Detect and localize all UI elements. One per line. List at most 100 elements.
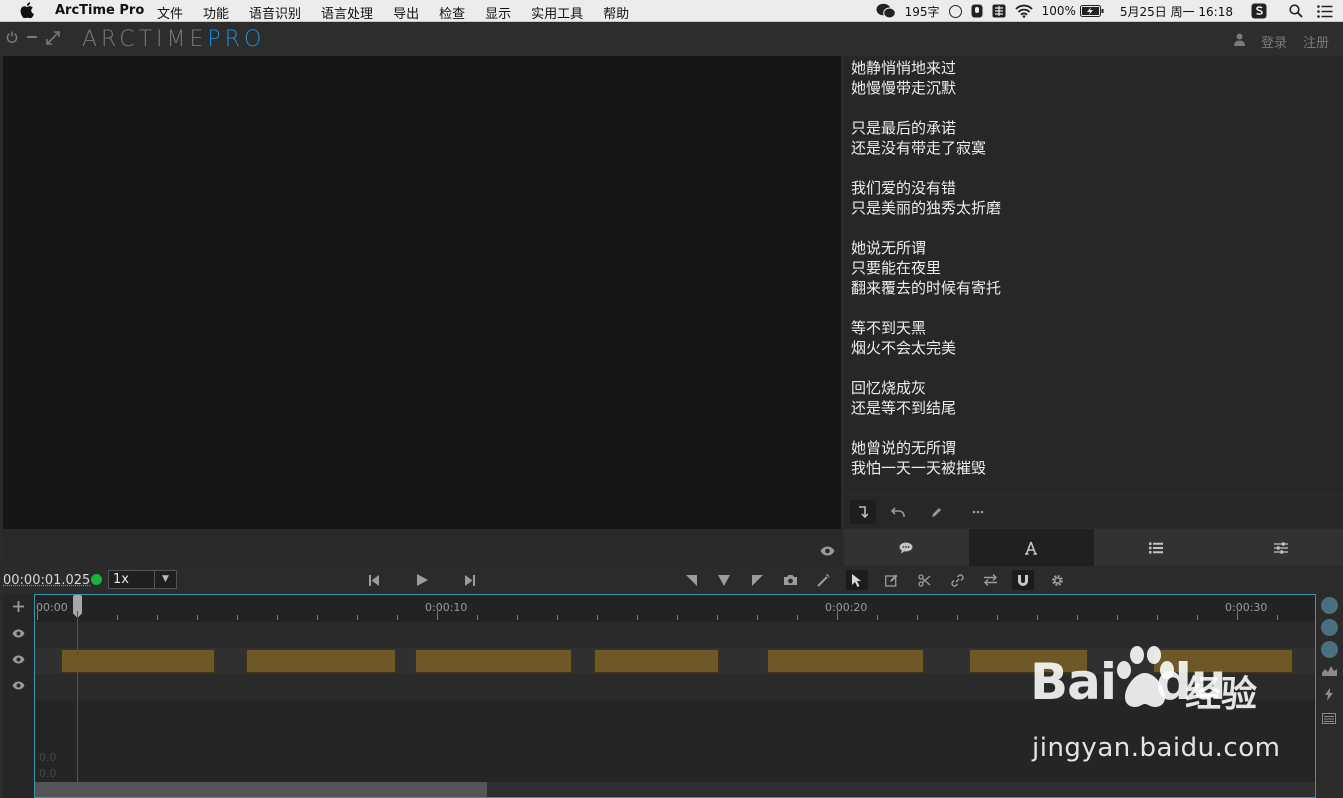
- volume-level-icon[interactable]: [1321, 619, 1338, 636]
- watermark-url: jingyan.baidu.com: [1032, 733, 1281, 763]
- battery-percent[interactable]: 100%: [1042, 4, 1076, 18]
- subtitle-clip[interactable]: [594, 649, 719, 673]
- speed-select[interactable]: 1x ▼: [108, 570, 177, 589]
- app-name[interactable]: ArcTime Pro: [55, 3, 144, 18]
- mark-out-icon[interactable]: [746, 570, 768, 590]
- tab-subtitles[interactable]: [844, 529, 969, 566]
- insert-down-icon[interactable]: [850, 500, 876, 524]
- more-icon[interactable]: [965, 500, 991, 524]
- arctime-logo: ARCTIMEPRO: [82, 27, 265, 52]
- subtitle-clip[interactable]: [61, 649, 215, 673]
- eye-icon[interactable]: [820, 541, 835, 560]
- login-link[interactable]: 登录: [1261, 32, 1287, 51]
- select-tool-button[interactable]: [846, 570, 868, 590]
- ruler-tick: [917, 615, 918, 620]
- camera-icon[interactable]: [779, 570, 801, 590]
- menu-display[interactable]: 显示: [485, 3, 511, 22]
- wechat-icon[interactable]: [876, 3, 896, 19]
- link-icon[interactable]: [946, 570, 968, 590]
- tab-settings[interactable]: [1218, 529, 1343, 566]
- prev-subtitle-button[interactable]: [363, 570, 385, 590]
- track-1-eye-icon[interactable]: [3, 629, 34, 638]
- time-ruler[interactable]: 00:00 0:00:10 0:00:20 0:00:30: [35, 595, 1315, 622]
- lightning-icon[interactable]: [1325, 688, 1333, 704]
- add-track-icon[interactable]: [3, 601, 34, 612]
- video-preview[interactable]: [3, 56, 841, 529]
- track-list-icon[interactable]: [1322, 713, 1336, 727]
- chevron-down-icon[interactable]: ▼: [154, 571, 176, 588]
- menu-check[interactable]: 检查: [439, 3, 465, 22]
- minimize-icon[interactable]: [26, 31, 38, 49]
- ruler-tick: [957, 615, 958, 620]
- register-link[interactable]: 注册: [1303, 32, 1329, 51]
- pencil-icon[interactable]: [924, 500, 950, 524]
- waveform-icon[interactable]: [1322, 664, 1337, 679]
- wifi-icon[interactable]: [1014, 4, 1033, 18]
- scissors-icon[interactable]: [913, 570, 935, 590]
- menu-speech-recognition[interactable]: 语音识别: [249, 3, 301, 22]
- ruler-label-20: 0:00:20: [825, 601, 868, 614]
- tab-subtitle-list[interactable]: [1094, 529, 1219, 566]
- play-button[interactable]: [411, 570, 433, 590]
- mark-in-icon[interactable]: [680, 570, 702, 590]
- magic-wand-icon[interactable]: [812, 570, 834, 590]
- playhead[interactable]: [77, 611, 78, 797]
- swap-icon[interactable]: [979, 570, 1001, 590]
- playback-control-bar: 00:00:01.025 1x ▼: [0, 566, 1343, 594]
- next-subtitle-button[interactable]: [459, 570, 481, 590]
- datetime[interactable]: 5月25日 周一 16:18: [1120, 3, 1233, 20]
- gear-icon[interactable]: [1046, 570, 1068, 590]
- ruler-label-10: 0:00:10: [425, 601, 468, 614]
- menu-language-processing[interactable]: 语言处理: [321, 3, 373, 22]
- edit-tool-button[interactable]: [880, 570, 902, 590]
- ruler-tick: [997, 615, 998, 620]
- sliders-icon: [1273, 541, 1288, 554]
- notification-center-icon[interactable]: [1317, 4, 1333, 18]
- ruler-tick: [437, 611, 438, 620]
- subtitle-toolbar: [844, 494, 1343, 528]
- video-bottom-bar: [3, 529, 841, 566]
- subtitle-clip[interactable]: [415, 649, 572, 673]
- menu-help[interactable]: 帮助: [603, 3, 629, 22]
- input-method-icon[interactable]: [992, 4, 1006, 18]
- ruler-tick: [557, 615, 558, 620]
- ruler-tick: [717, 615, 718, 620]
- logo-main: ARCTIME: [82, 27, 208, 52]
- ruler-tick: [157, 615, 158, 620]
- pie-level-icon[interactable]: [1321, 641, 1338, 658]
- timeline-side-tools: [1316, 594, 1343, 798]
- screenshot-icon[interactable]: [948, 4, 962, 18]
- track-3-eye-icon[interactable]: [3, 681, 34, 690]
- power-icon[interactable]: [6, 31, 18, 49]
- subtitle-text-editor[interactable]: 她静悄悄地来过 她慢慢带走沉默 只是最后的承诺 还是没有带走了寂寞 我们爱的没有…: [844, 56, 1343, 494]
- subtitle-clip[interactable]: [767, 649, 924, 673]
- menu-file[interactable]: 文件: [157, 3, 183, 22]
- zoom-level-icon[interactable]: [1321, 597, 1338, 614]
- subtitle-clip[interactable]: [246, 649, 396, 673]
- apple-icon[interactable]: [20, 2, 34, 19]
- battery-icon[interactable]: [1079, 5, 1104, 17]
- ruler-tick: [37, 611, 38, 620]
- scrollbar-thumb[interactable]: [35, 782, 487, 797]
- track-2-eye-icon[interactable]: [3, 655, 34, 664]
- ruler-tick: [757, 615, 758, 620]
- ruler-tick: [1037, 615, 1038, 620]
- sogou-icon[interactable]: [1251, 3, 1267, 19]
- menu-export[interactable]: 导出: [393, 3, 419, 22]
- fullscreen-icon[interactable]: [46, 31, 60, 49]
- menu-tools[interactable]: 实用工具: [531, 3, 583, 22]
- ruler-tick: [517, 615, 518, 620]
- spotlight-search-icon[interactable]: [1289, 4, 1303, 18]
- undo-icon[interactable]: [885, 500, 911, 524]
- magnet-icon[interactable]: [1012, 570, 1034, 590]
- ghost-value-2: 0.0: [39, 767, 57, 780]
- menu-function[interactable]: 功能: [203, 3, 229, 22]
- timeline-scrollbar[interactable]: [35, 782, 1315, 797]
- tab-font-style[interactable]: [968, 529, 1094, 566]
- marker-icon[interactable]: [713, 570, 735, 590]
- word-count[interactable]: 195字: [905, 3, 940, 20]
- timecode-display[interactable]: 00:00:01.025: [3, 573, 90, 588]
- ruler-tick: [1237, 611, 1238, 620]
- microphone-icon[interactable]: [971, 4, 983, 18]
- panel-tabs: [844, 529, 1343, 566]
